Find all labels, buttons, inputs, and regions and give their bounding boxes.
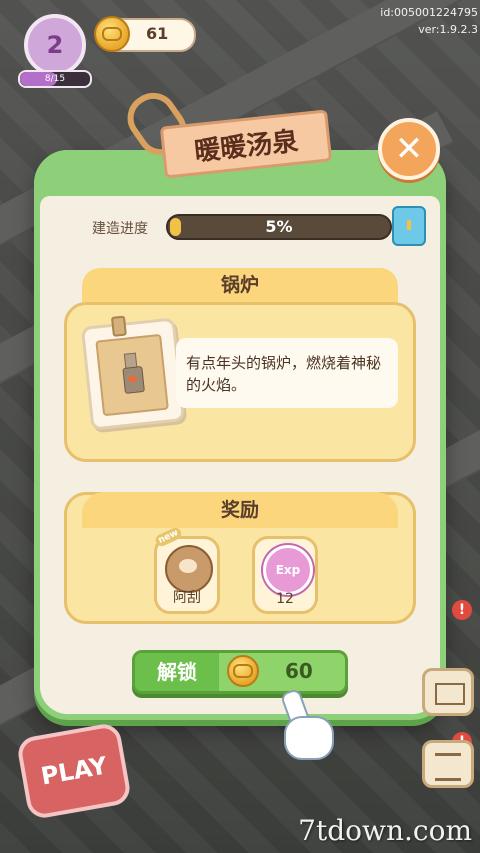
build-progress-label: 建造进度 [92, 221, 148, 237]
exp-icon-text: Exp [275, 563, 301, 577]
level-badge[interactable]: 2 8/15 [18, 14, 92, 88]
coin-icon [227, 655, 259, 687]
alert-badge: ! [452, 600, 472, 620]
unlock-button[interactable]: 解锁 60 [132, 650, 348, 694]
item-section-title: 锅炉 [82, 268, 398, 302]
item-description-box: 有点年头的锅炉，燃烧着神秘的火焰。 [176, 338, 398, 408]
exp-star-icon: Exp [263, 545, 313, 595]
build-info: id:005001224795 ver:1.9.2.3 [380, 4, 478, 38]
item-card [80, 315, 186, 431]
reward-character[interactable]: new 阿刮 [153, 525, 220, 614]
close-button[interactable]: ✕ [378, 118, 440, 180]
version-text: ver:1.9.2.3 [418, 23, 478, 36]
cat-character-icon [165, 545, 213, 593]
reward-label: 阿刮 [173, 590, 201, 606]
item-photo [95, 333, 169, 417]
build-progress-track: 5% [166, 214, 392, 240]
unlock-price: 60 [285, 659, 313, 683]
tutorial-hand-pointer-icon [276, 687, 338, 760]
watermark: 7tdown.com [298, 814, 472, 847]
coin-icon [94, 16, 130, 52]
item-description: 有点年头的锅炉，燃烧着神秘的火焰。 [186, 354, 382, 394]
close-icon: ✕ [394, 129, 424, 169]
boiler-icon [121, 352, 145, 394]
level-progress-bar: 8/15 [18, 70, 92, 88]
level-number: 2 [46, 31, 64, 59]
level-progress-text: 8/15 [44, 74, 66, 84]
player-id-text: id:005001224795 [380, 6, 478, 19]
reward-section-title: 奖励 [82, 492, 398, 528]
mail-icon[interactable] [422, 668, 474, 716]
unlock-label: 解锁 [135, 653, 219, 691]
play-label: PLAY [38, 751, 110, 791]
coin-counter[interactable]: 61 [94, 16, 196, 52]
reward-exp[interactable]: Exp 12 [252, 536, 318, 614]
reward-amount: 12 [276, 591, 294, 607]
modal-title: 暖暖汤泉 [192, 126, 300, 167]
coin-count: 61 [146, 24, 169, 43]
level-icon: 2 [24, 14, 86, 76]
build-progress-text: 5% [265, 217, 293, 236]
reward-chest-icon[interactable] [392, 206, 426, 246]
build-progress: 建造进度 5% [92, 206, 426, 246]
pin-icon [110, 315, 127, 337]
task-list-icon[interactable] [422, 740, 474, 788]
